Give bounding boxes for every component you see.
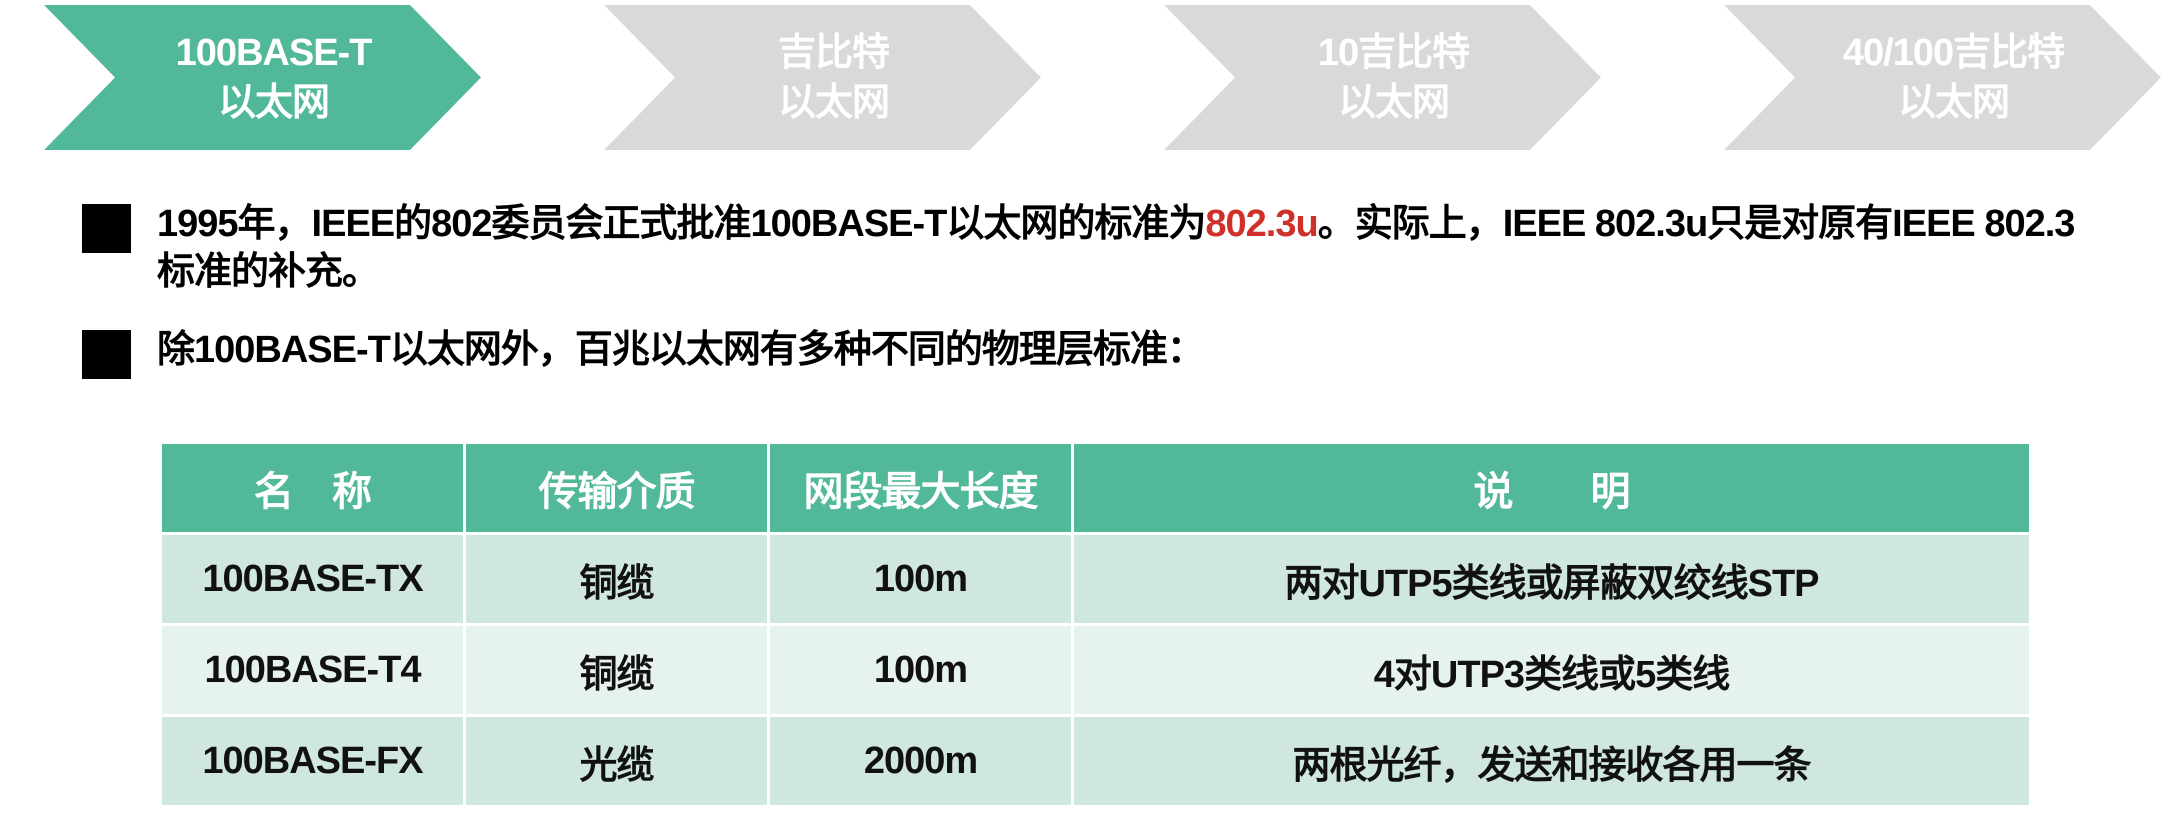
header-description: 说 明	[1074, 444, 2029, 532]
cell-max-length: 100m	[770, 626, 1071, 714]
bullet-text: 除100BASE-T以太网外，百兆以太网有多种不同的物理层标准：	[157, 329, 1205, 371]
table-row: 100BASE-FX 光缆 2000m 两根光纤，发送和接收各用一条	[162, 717, 2029, 805]
step-subtitle: 以太网	[1897, 81, 2010, 124]
cell-description: 两根光纤，发送和接收各用一条	[1074, 717, 2029, 805]
bullet-ieee-802-3u: 1995年，IEEE的802委员会正式批准100BASE-T以太网的标准为802…	[82, 200, 2082, 296]
cell-max-length: 2000m	[770, 717, 1071, 805]
step-subtitle: 以太网	[217, 81, 330, 124]
step-subtitle: 以太网	[1337, 81, 1450, 124]
bullet-text: 1995年，IEEE的802委员会正式批准100BASE-T以太网的标准为	[157, 203, 1206, 245]
fast-ethernet-standards-table: 名 称 传输介质 网段最大长度 说 明 100BASE-TX 铜缆 100m 两…	[159, 441, 2032, 808]
step-title: 100BASE-T	[175, 31, 373, 74]
cell-medium: 铜缆	[466, 626, 767, 714]
cell-description: 两对UTP5类线或屏蔽双绞线STP	[1074, 535, 2029, 623]
step-chevron-100base-t[interactable]: 100BASE-T 以太网	[44, 5, 481, 150]
cell-name: 100BASE-TX	[162, 535, 463, 623]
header-max-length: 网段最大长度	[770, 444, 1071, 532]
cell-medium: 光缆	[466, 717, 767, 805]
header-medium: 传输介质	[466, 444, 767, 532]
bullet-square-icon	[82, 330, 131, 379]
step-title: 10吉比特	[1317, 31, 1470, 74]
cell-name: 100BASE-FX	[162, 717, 463, 805]
bullet-physical-layer-standards: 除100BASE-T以太网外，百兆以太网有多种不同的物理层标准：	[82, 326, 2082, 379]
cell-description: 4对UTP3类线或5类线	[1074, 626, 2029, 714]
table-header-row: 名 称 传输介质 网段最大长度 说 明	[162, 444, 2029, 532]
step-title: 40/100吉比特	[1842, 31, 2065, 74]
highlight-standard: 802.3u	[1205, 203, 1318, 245]
content-bullets: 1995年，IEEE的802委员会正式批准100BASE-T以太网的标准为802…	[82, 200, 2082, 379]
bullet-square-icon	[82, 204, 131, 253]
cell-medium: 铜缆	[466, 535, 767, 623]
step-chevron-10-gigabit[interactable]: 10吉比特 以太网	[1164, 5, 1601, 150]
cell-name: 100BASE-T4	[162, 626, 463, 714]
step-subtitle: 以太网	[777, 81, 890, 124]
header-name: 名 称	[162, 444, 463, 532]
step-title: 吉比特	[777, 31, 890, 74]
cell-max-length: 100m	[770, 535, 1071, 623]
step-chevron-gigabit[interactable]: 吉比特 以太网	[604, 5, 1041, 150]
step-chevron-40-100-gigabit[interactable]: 40/100吉比特 以太网	[1724, 5, 2161, 150]
table-row: 100BASE-T4 铜缆 100m 4对UTP3类线或5类线	[162, 626, 2029, 714]
table-row: 100BASE-TX 铜缆 100m 两对UTP5类线或屏蔽双绞线STP	[162, 535, 2029, 623]
ethernet-progress-steps: 100BASE-T 以太网 吉比特 以太网 10吉比特 以太网 40/100吉比…	[0, 0, 2178, 160]
